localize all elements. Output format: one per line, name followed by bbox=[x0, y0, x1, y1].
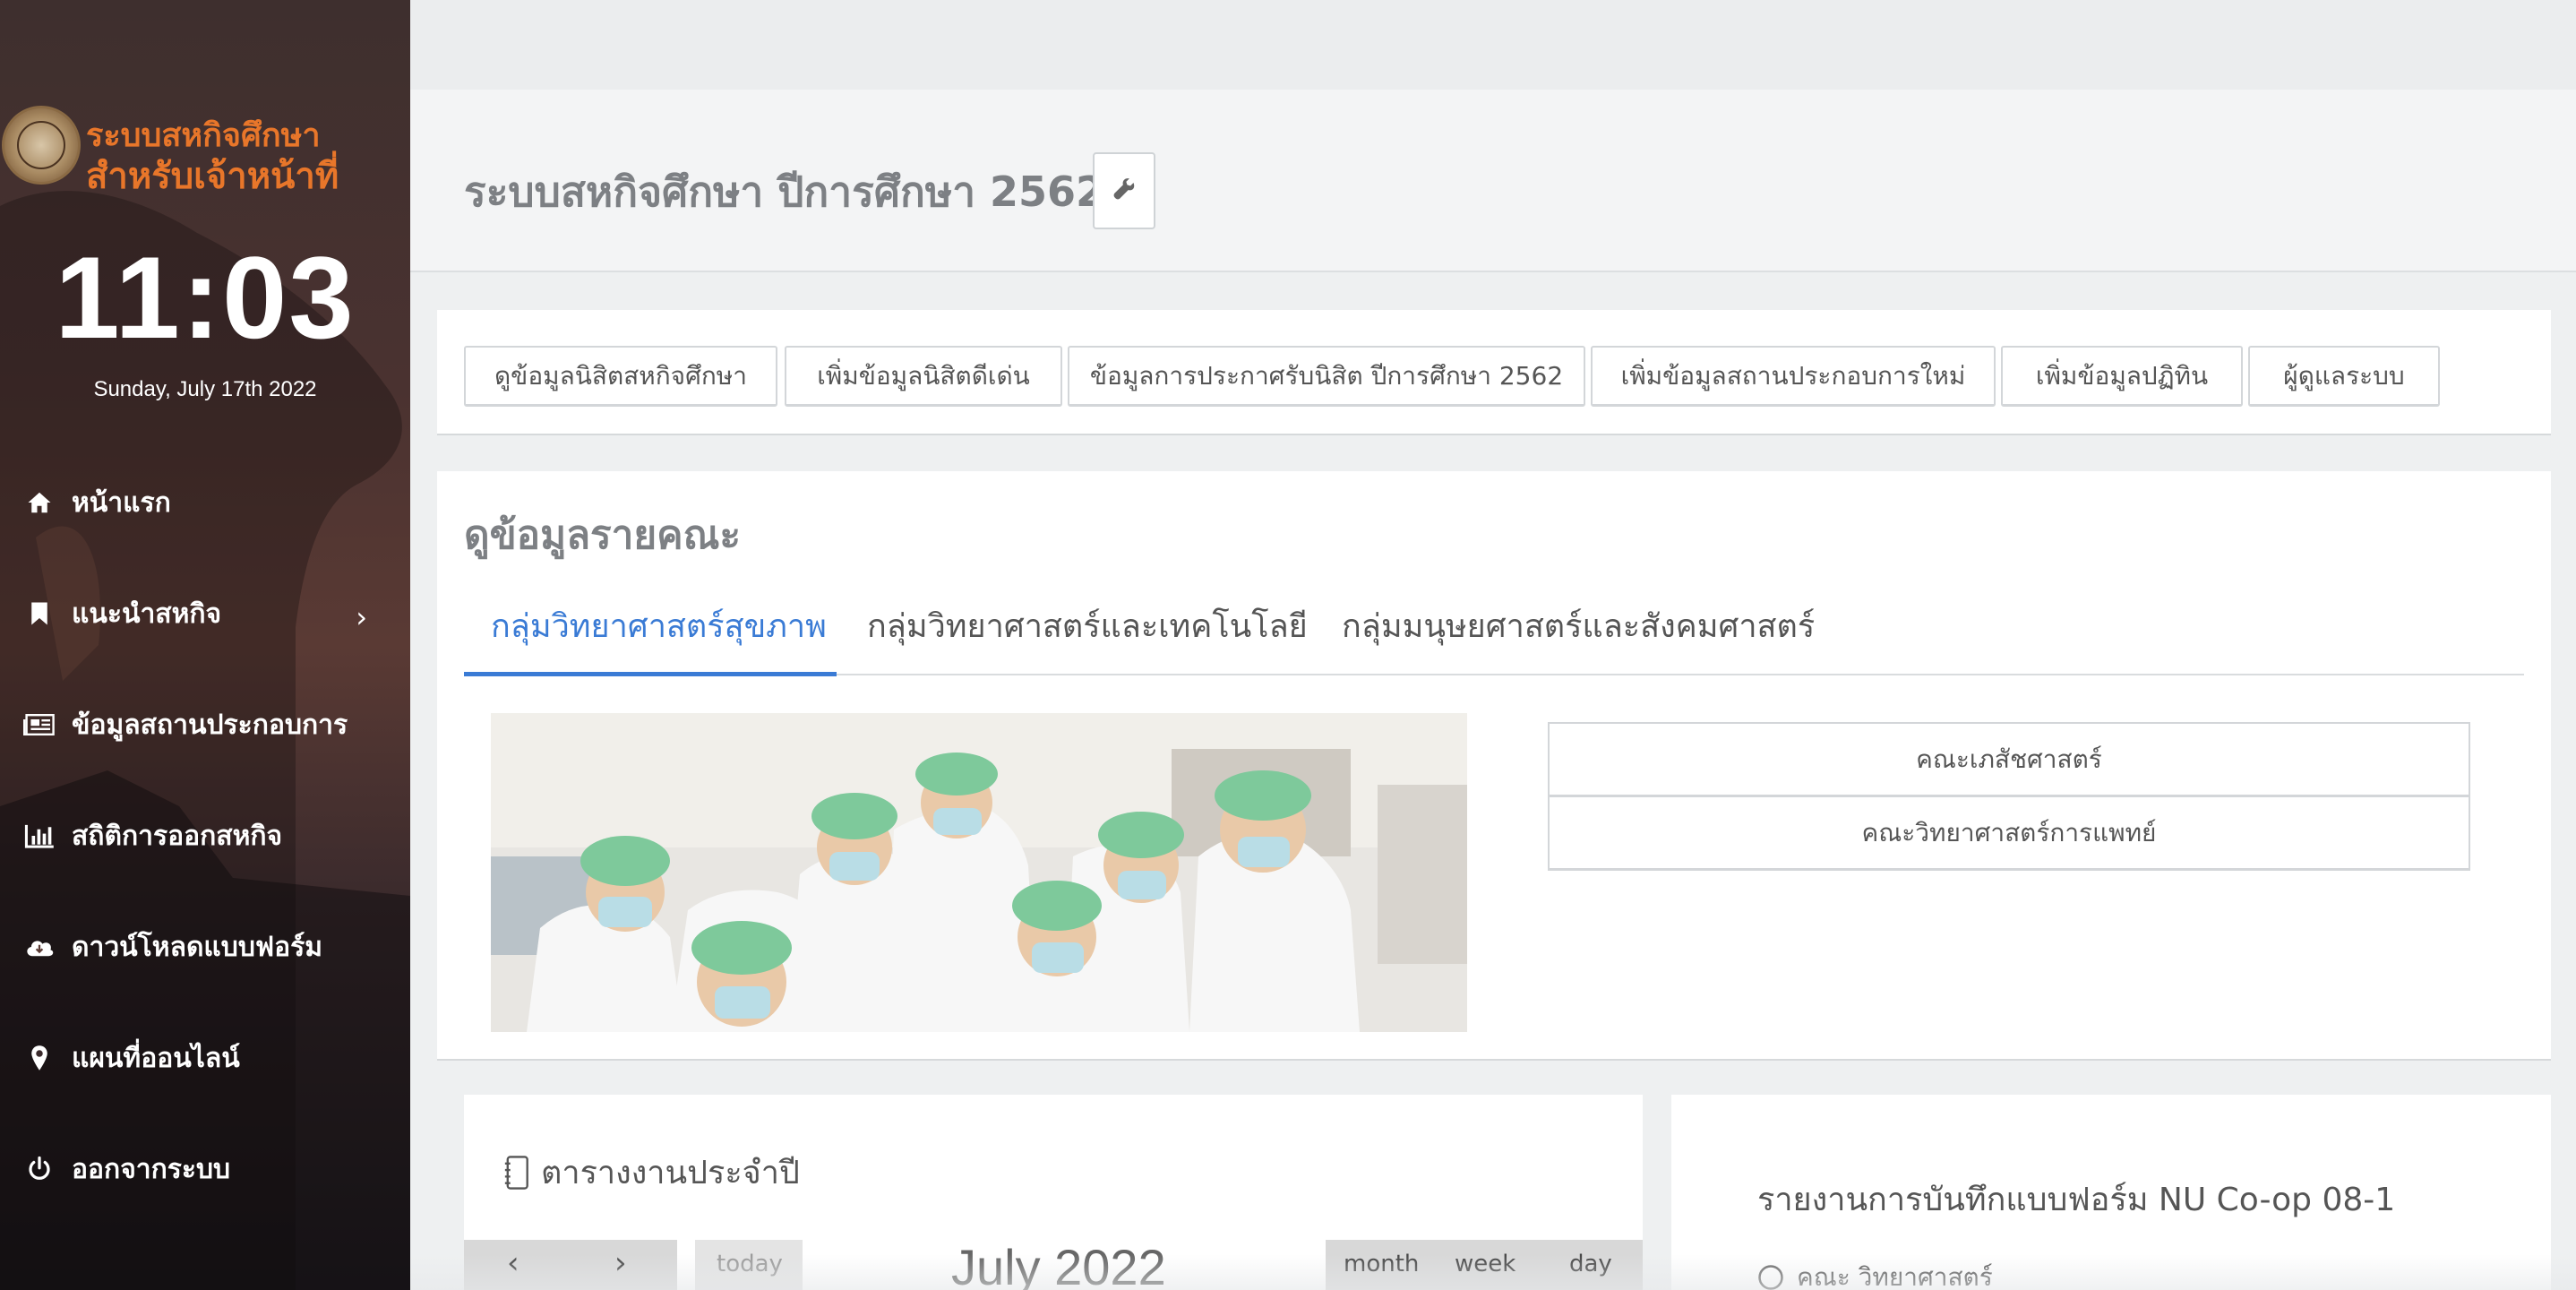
add-new-company-button[interactable]: เพิ่มข้อมูลสถานประกอบการใหม่ bbox=[1591, 346, 1996, 407]
tab-humanities-social-science[interactable]: กลุ่มมนุษยศาสตร์และสังคมศาสตร์ bbox=[1342, 600, 1815, 651]
brand-logo[interactable]: ระบบสหกิจศึกษา สำหรับเจ้าหน้าที่ bbox=[0, 106, 410, 197]
group-photo bbox=[491, 713, 1467, 1032]
calendar-view-week[interactable]: week bbox=[1455, 1251, 1516, 1277]
calendar-next-button[interactable]: › bbox=[614, 1245, 627, 1281]
brand-line-2: สำหรับเจ้าหน้าที่ bbox=[86, 156, 339, 197]
active-tab-indicator bbox=[464, 672, 837, 676]
page-title: ระบบสหกิจศึกษา ปีการศึกษา 2562 bbox=[464, 168, 1105, 216]
power-icon bbox=[23, 1153, 56, 1185]
tab-science-technology[interactable]: กลุ่มวิทยาศาสตร์และเทคโนโลยี bbox=[867, 600, 1308, 651]
student-recruitment-info-button[interactable]: ข้อมูลการประกาศรับนิสิต ปีการศึกษา 2562 bbox=[1068, 346, 1585, 407]
add-outstanding-student-button[interactable]: เพิ่มข้อมูลนิสิตดีเด่น bbox=[785, 346, 1062, 407]
clock-date: Sunday, July 17th 2022 bbox=[93, 377, 317, 401]
calendar-today-button[interactable]: today bbox=[717, 1251, 783, 1277]
sidebar-item-label: ออกจากระบบ bbox=[72, 1153, 231, 1185]
sidebar-item-label: สถิติการออกสหกิจ bbox=[72, 820, 283, 852]
settings-button[interactable] bbox=[1093, 152, 1155, 229]
calendar-nav-group bbox=[464, 1240, 677, 1290]
sidebar-item-label: ข้อมูลสถานประกอบการ bbox=[72, 709, 348, 741]
university-seal-icon bbox=[2, 106, 81, 185]
sidebar-item-label: หน้าแรก bbox=[72, 486, 171, 519]
bar-chart-icon bbox=[23, 820, 56, 852]
report-list-item: คณะ วิทยาศาสตร์ bbox=[1757, 1258, 1993, 1290]
sidebar-item-label: ดาวน์โหลดแบบฟอร์ม bbox=[72, 931, 323, 963]
calendar-title: ตารางงานประจำปี bbox=[503, 1147, 800, 1198]
sidebar: ระบบสหกิจศึกษา สำหรับเจ้าหน้าที่ 11:03 S… bbox=[0, 0, 410, 1290]
sidebar-item-label: แนะนำสหกิจ bbox=[72, 598, 222, 630]
map-marker-icon bbox=[23, 1042, 56, 1074]
sidebar-item-logout[interactable]: ออกจากระบบ bbox=[0, 1138, 410, 1200]
cloud-download-icon bbox=[23, 931, 56, 963]
calendar-view-month[interactable]: month bbox=[1344, 1251, 1419, 1277]
newspaper-icon bbox=[23, 709, 56, 741]
sidebar-item-companies[interactable]: ข้อมูลสถานประกอบการ bbox=[0, 693, 410, 756]
admin-button[interactable]: ผู้ดูแลระบบ bbox=[2248, 346, 2440, 407]
bookmark-icon bbox=[23, 598, 56, 630]
sidebar-item-statistics[interactable]: สถิติการออกสหกิจ bbox=[0, 804, 410, 867]
tab-health-science[interactable]: กลุ่มวิทยาศาสตร์สุขภาพ bbox=[491, 600, 827, 651]
circle-icon bbox=[1757, 1264, 1784, 1290]
sidebar-item-label: แผนที่ออนไลน์ bbox=[72, 1042, 240, 1074]
faculty-item-pharmacy[interactable]: คณะเภสัชศาสตร์ bbox=[1548, 722, 2470, 797]
clock-time: 11:03 bbox=[55, 232, 356, 363]
faculty-section-title: ดูข้อมูลรายคณะ bbox=[464, 512, 742, 558]
sidebar-item-online-map[interactable]: แผนที่ออนไลน์ bbox=[0, 1027, 410, 1089]
calendar-prev-button[interactable]: ‹ bbox=[507, 1245, 519, 1281]
add-calendar-button[interactable]: เพิ่มข้อมูลปฏิทิน bbox=[2001, 346, 2243, 407]
sidebar-item-download-forms[interactable]: ดาวน์โหลดแบบฟอร์ม bbox=[0, 916, 410, 978]
app-root: ระบบสหกิจศึกษา สำหรับเจ้าหน้าที่ 11:03 S… bbox=[0, 0, 2576, 1290]
faculty-item-medical-science[interactable]: คณะวิทยาศาสตร์การแพทย์ bbox=[1548, 796, 2470, 871]
report-item-label: คณะ วิทยาศาสตร์ bbox=[1797, 1262, 1993, 1290]
calendar-month-label: July 2022 bbox=[951, 1239, 1166, 1290]
chevron-right-icon: › bbox=[356, 600, 367, 634]
top-bar bbox=[410, 0, 2576, 90]
notebook-icon bbox=[503, 1155, 530, 1190]
report-title: รายงานการบันทึกแบบฟอร์ม NU Co-op 08-1 bbox=[1757, 1182, 2396, 1218]
calendar-view-day[interactable]: day bbox=[1569, 1251, 1612, 1277]
view-coop-students-button[interactable]: ดูข้อมูลนิสิตสหกิจศึกษา bbox=[464, 346, 777, 407]
home-icon bbox=[23, 486, 56, 519]
calendar-title-text: ตารางงานประจำปี bbox=[541, 1155, 800, 1191]
sidebar-item-home[interactable]: หน้าแรก bbox=[0, 471, 410, 534]
sidebar-item-intro[interactable]: แนะนำสหกิจ › bbox=[0, 582, 410, 645]
wrench-icon bbox=[1112, 176, 1137, 205]
